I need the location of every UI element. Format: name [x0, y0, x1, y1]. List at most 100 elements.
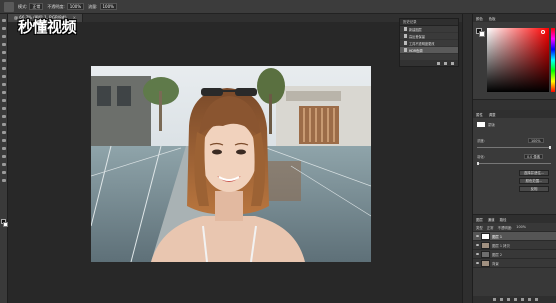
visibility-eye-icon[interactable]: [476, 262, 479, 264]
tab-layers[interactable]: 图层: [476, 217, 483, 222]
dodge-tool-icon[interactable]: [1, 122, 7, 127]
portrait-photo-illustration: [91, 66, 371, 262]
feather-slider[interactable]: [477, 162, 551, 165]
density-field[interactable]: 100%: [527, 138, 544, 143]
layer-row[interactable]: 图层 1: [473, 232, 556, 241]
healing-brush-tool-icon[interactable]: [1, 66, 7, 71]
select-and-mask-button[interactable]: 选择并遮住...: [519, 170, 549, 176]
opacity-field[interactable]: 100%: [66, 3, 85, 10]
density-row: 浓度: 100%: [477, 138, 544, 143]
mask-thumbnail[interactable]: [477, 122, 485, 127]
lasso-tool-icon[interactable]: [1, 34, 7, 39]
gradient-tool-icon[interactable]: [1, 106, 7, 111]
density-slider-knob[interactable]: [549, 146, 551, 149]
layer-row[interactable]: 图层 1 拷贝: [473, 241, 556, 250]
camera-icon[interactable]: [444, 61, 447, 65]
color-panel: 颜色 色板: [473, 14, 556, 100]
properties-panel: 属性 调整 蒙版 浓度: 100% 羽化: 0.0 像素 选择并遮住... 颜色…: [473, 110, 556, 230]
layer-style-icon[interactable]: [499, 298, 503, 301]
marquee-tool-icon[interactable]: [1, 26, 7, 31]
history-item[interactable]: HDR色调: [400, 47, 458, 54]
flow-control[interactable]: 流量: 100%: [88, 3, 117, 10]
new-layer-icon[interactable]: [527, 298, 531, 301]
eraser-tool-icon[interactable]: [1, 98, 7, 103]
layers-opacity-field[interactable]: 100%: [516, 225, 526, 229]
history-panel: 历史记录 新建图层 高反差保留 工具不透明度更改 HDR色调: [399, 18, 459, 67]
blend-mode-select[interactable]: 正常: [487, 225, 494, 230]
history-footer: [400, 60, 458, 66]
invert-button[interactable]: 反相: [519, 186, 549, 192]
move-tool-icon[interactable]: [1, 18, 7, 23]
density-slider[interactable]: [477, 146, 551, 149]
adjustment-layer-icon[interactable]: [513, 298, 517, 301]
shape-tool-icon[interactable]: [1, 154, 7, 159]
layers-panel: 图层 通道 路径 类型 正常 不透明度: 100% 图层 1 图层 1 拷贝 图层 …: [473, 214, 556, 303]
layer-kind-filter[interactable]: 类型: [476, 225, 483, 230]
eyedropper-tool-icon[interactable]: [1, 58, 7, 63]
crop-tool-icon[interactable]: [1, 50, 7, 55]
add-mask-icon[interactable]: [506, 298, 510, 301]
feather-label: 羽化:: [477, 155, 485, 159]
history-item[interactable]: 新建图层: [400, 26, 458, 33]
history-brush-tool-icon[interactable]: [1, 90, 7, 95]
color-panel-background-swatch[interactable]: [479, 31, 485, 37]
clone-stamp-tool-icon[interactable]: [1, 82, 7, 87]
color-panel-tabs: 颜色 色板: [473, 14, 556, 22]
tab-swatches[interactable]: 色板: [489, 16, 496, 21]
layer-row[interactable]: 图层 2: [473, 250, 556, 259]
opacity-label: 不透明度:: [47, 3, 65, 9]
flow-label: 流量:: [88, 3, 98, 9]
mode-select[interactable]: 正常: [29, 3, 44, 10]
hue-slider[interactable]: [551, 28, 555, 92]
tab-properties[interactable]: 属性: [476, 112, 483, 117]
history-list: 新建图层 高反差保留 工具不透明度更改 HDR色调: [400, 26, 458, 54]
layer-name: 图层 2: [492, 252, 503, 257]
visibility-eye-icon[interactable]: [476, 235, 479, 237]
saturation-brightness-field[interactable]: [487, 28, 549, 92]
visibility-eye-icon[interactable]: [476, 244, 479, 246]
blur-tool-icon[interactable]: [1, 114, 7, 119]
tab-color[interactable]: 颜色: [476, 16, 483, 21]
link-layers-icon[interactable]: [492, 298, 496, 301]
watermark-logo: 秒懂视频: [18, 18, 77, 36]
path-select-tool-icon[interactable]: [1, 146, 7, 151]
opacity-control[interactable]: 不透明度: 100%: [47, 3, 85, 10]
mask-row: 蒙版: [477, 122, 495, 127]
more-tools-icon[interactable]: [1, 178, 7, 183]
layer-thumbnail: [481, 232, 490, 240]
color-picker-marker[interactable]: [541, 30, 545, 34]
color-range-button[interactable]: 颜色范围...: [519, 178, 549, 184]
history-item[interactable]: 高反差保留: [400, 33, 458, 40]
options-bar: 模式: 正常 不透明度: 100% 流量: 100%: [0, 0, 556, 14]
trash-icon[interactable]: [534, 298, 538, 301]
tab-channels[interactable]: 通道: [488, 217, 495, 222]
history-item-label: 新建图层: [409, 27, 422, 32]
tab-adjustments[interactable]: 调整: [489, 112, 496, 117]
tab-paths[interactable]: 路径: [500, 217, 507, 222]
pen-tool-icon[interactable]: [1, 130, 7, 135]
new-snapshot-icon[interactable]: [437, 61, 440, 65]
trash-icon[interactable]: [451, 61, 454, 65]
document-canvas-photo[interactable]: [91, 66, 371, 262]
zoom-tool-icon[interactable]: [1, 170, 7, 175]
visibility-eye-icon[interactable]: [476, 253, 479, 255]
brush-tool-icon[interactable]: [4, 1, 14, 12]
history-panel-title: 历史记录: [400, 19, 458, 26]
type-tool-icon[interactable]: [1, 138, 7, 143]
layers-opacity-label: 不透明度:: [497, 225, 513, 230]
mode-label: 模式:: [18, 3, 28, 9]
feather-slider-knob[interactable]: [477, 162, 479, 165]
mode-control[interactable]: 模式: 正常: [18, 3, 44, 10]
quick-select-tool-icon[interactable]: [1, 42, 7, 47]
feather-field[interactable]: 0.0 像素: [523, 154, 544, 159]
history-item[interactable]: 工具不透明度更改: [400, 40, 458, 47]
panel-icon-strip: [462, 14, 472, 303]
hand-tool-icon[interactable]: [1, 162, 7, 167]
layer-row[interactable]: 背景: [473, 259, 556, 268]
flow-field[interactable]: 100%: [99, 3, 117, 10]
document-icon: [404, 48, 407, 52]
right-panel-dock: 颜色 色板 属性 调整 蒙版 浓度: 100% 羽化: 0.0 像素 选择并遮住…: [472, 14, 556, 303]
brush-tool-icon[interactable]: [1, 74, 7, 79]
group-icon[interactable]: [520, 298, 524, 301]
layer-list: 图层 1 图层 1 拷贝图层 2 背景: [473, 232, 556, 268]
